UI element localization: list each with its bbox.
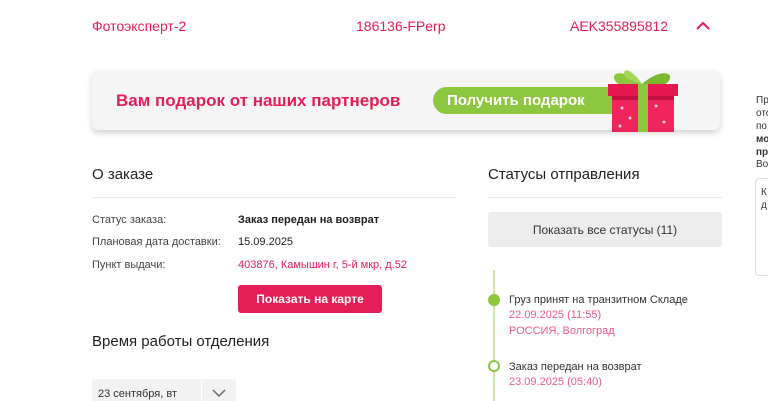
status-title: Заказ передан на возврат <box>509 361 642 373</box>
order-info-title: О заказе <box>92 166 154 183</box>
delivery-date-label: Плановая дата доставки: <box>92 236 221 248</box>
timeline-line <box>493 270 495 401</box>
order-header-row[interactable]: Фотоэксперт-2 186136-FPerp AEK355895812 <box>0 0 768 56</box>
date-select[interactable]: 23 сентября, вт <box>92 379 201 401</box>
working-hours-title: Время работы отделения <box>92 333 270 350</box>
side-text-line: по <box>756 121 767 132</box>
order-number: 186136-FPerp <box>356 18 446 34</box>
partner-gift-banner: Вам подарок от наших партнеров Получить … <box>92 70 720 132</box>
pickup-point-address[interactable]: 403876, Камышин г, 5-й мкр, д.52 <box>238 259 407 271</box>
side-text-line: Пр <box>756 95 768 106</box>
status-dot-done <box>488 294 500 306</box>
side-text-line: мо <box>756 134 768 145</box>
date-select-toggle[interactable] <box>202 379 236 401</box>
status-dot-current <box>488 360 500 372</box>
delivery-date-value: 15.09.2025 <box>238 236 294 248</box>
pickup-point-label: Пункт выдачи: <box>92 259 166 271</box>
status-location: РОССИЯ, Волгоград <box>509 325 615 337</box>
side-card-text: К <box>761 187 767 198</box>
side-card-text: д <box>761 200 767 211</box>
status-value: Заказ передан на возврат <box>238 214 380 226</box>
chevron-up-icon[interactable] <box>695 19 711 33</box>
status-date: 23.09.2025 (05:40) <box>509 376 602 388</box>
chevron-down-icon <box>212 389 226 398</box>
gift-box-icon <box>608 70 678 132</box>
side-text-line: Во <box>756 159 768 170</box>
divider <box>92 197 456 198</box>
divider <box>488 197 722 198</box>
status-date: 22.09.2025 (11:55) <box>509 309 602 321</box>
banner-text: Вам подарок от наших партнеров <box>116 91 401 110</box>
shipment-statuses-title: Статусы отправления <box>488 166 640 183</box>
shop-name: Фотоэксперт-2 <box>92 18 187 34</box>
show-all-statuses-button[interactable]: Показать все статусы (11) <box>488 212 722 247</box>
show-on-map-button[interactable]: Показать на карте <box>238 285 382 313</box>
tracking-number: AEK355895812 <box>570 18 669 34</box>
status-label: Статус заказа: <box>92 214 167 226</box>
status-title: Груз принят на транзитном Складе <box>509 294 688 306</box>
side-text-line: отс <box>756 108 768 119</box>
